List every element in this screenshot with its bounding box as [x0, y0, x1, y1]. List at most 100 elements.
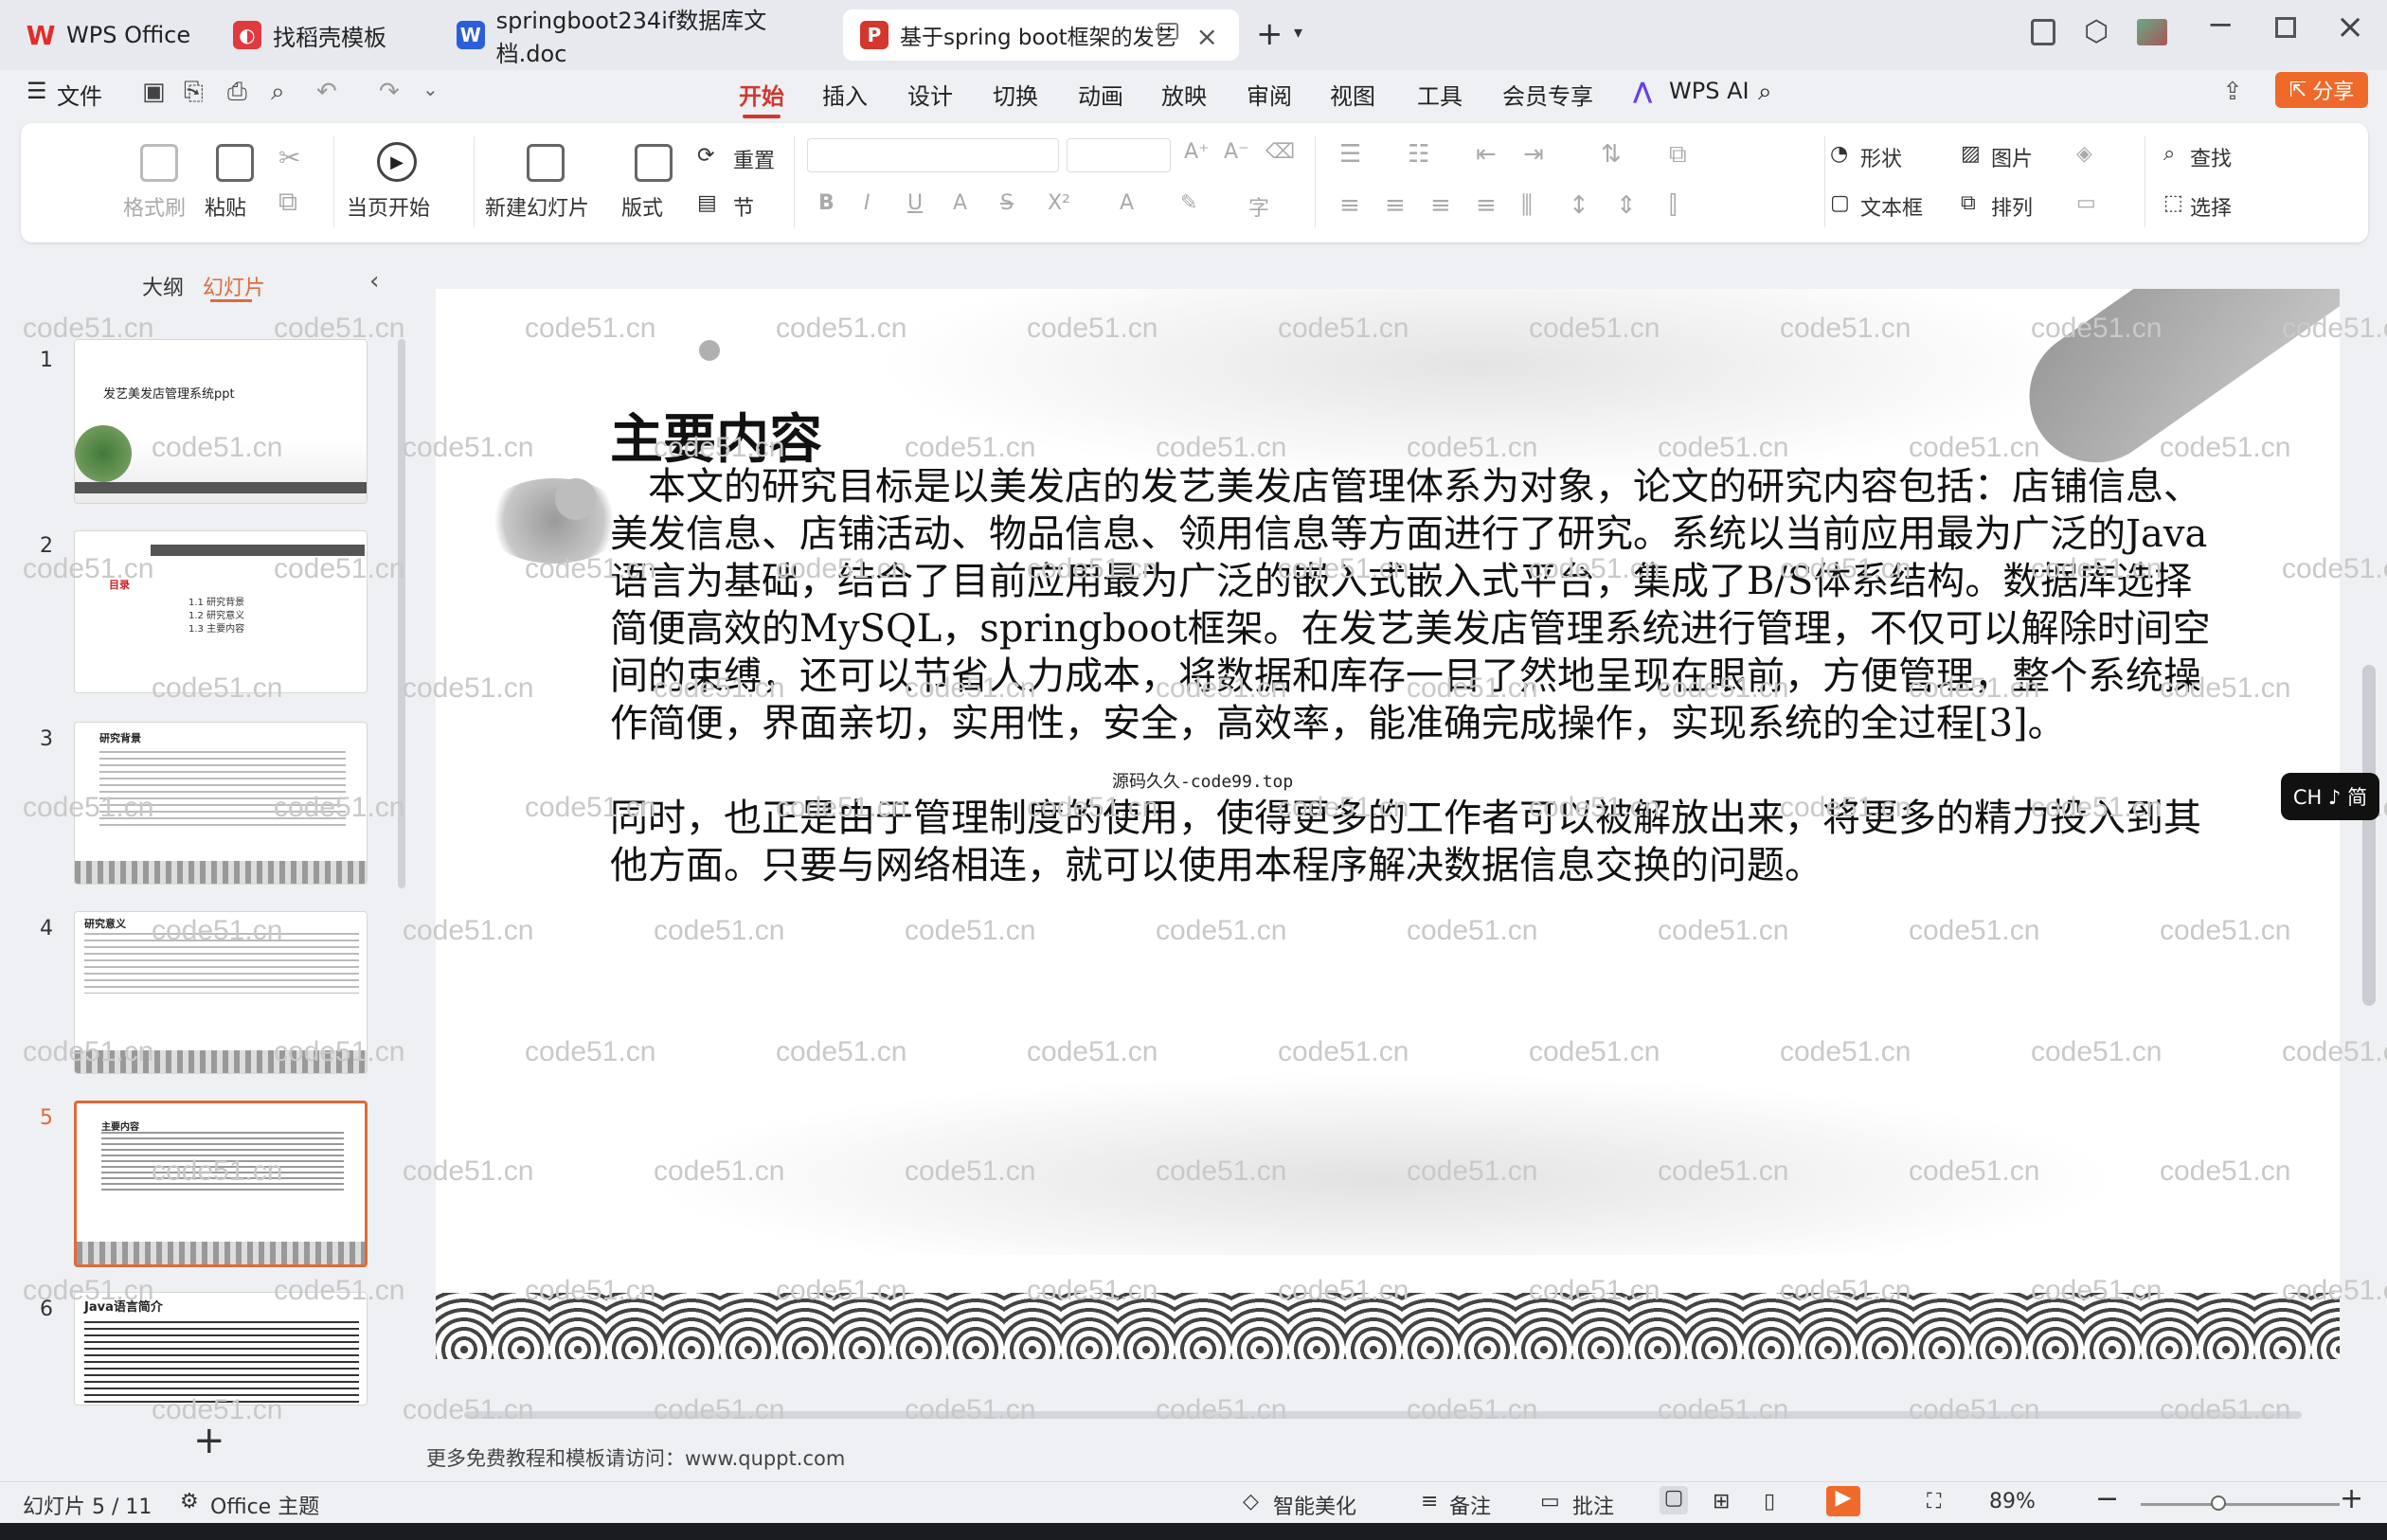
print-preview-icon[interactable]: ⌕	[271, 78, 285, 107]
layout-button[interactable]: 版式	[621, 191, 663, 222]
tab-outline[interactable]: 大纲	[142, 271, 184, 301]
menu-tab-design[interactable]: 设计	[907, 78, 953, 111]
menu-tab-view[interactable]: 视图	[1330, 78, 1375, 111]
tab-slides[interactable]: 幻灯片	[203, 271, 265, 301]
vertical-scrollbar[interactable]	[2362, 665, 2376, 1006]
chevron-down-icon[interactable]: ⌄	[422, 78, 439, 100]
paste-button[interactable]: 粘贴	[205, 191, 246, 222]
menu-tab-slideshow[interactable]: 放映	[1161, 78, 1207, 111]
close-window-icon[interactable]: ×	[2336, 8, 2364, 46]
slide-title[interactable]: 主要内容	[610, 397, 822, 474]
section-button[interactable]: 节	[733, 191, 754, 222]
export-icon[interactable]: ⎘	[184, 78, 204, 107]
notes-button[interactable]: 备注	[1449, 1490, 1491, 1520]
paragraph-spacing-icon[interactable]: ⇕	[1616, 191, 1637, 220]
grow-font-icon[interactable]: A⁺	[1184, 140, 1210, 164]
bullet-list-icon[interactable]: ☰	[1339, 140, 1361, 169]
columns-icon[interactable]: ⫼	[1521, 191, 1533, 221]
line-spacing-icon[interactable]: ↕	[1569, 191, 1589, 220]
zoom-slider-thumb[interactable]	[2211, 1495, 2226, 1511]
align-center-icon[interactable]: ≡	[1385, 191, 1406, 220]
theme-name[interactable]: Office 主题	[210, 1490, 319, 1520]
decrease-indent-icon[interactable]: ⇤	[1476, 140, 1497, 169]
menu-tab-tools[interactable]: 工具	[1417, 78, 1463, 111]
cube-icon[interactable]: ⬡	[2084, 15, 2109, 48]
picture-button[interactable]: 图片	[1991, 142, 2033, 172]
slide-sorter-icon[interactable]: ⊞	[1713, 1490, 1730, 1513]
justify-icon[interactable]: ≡	[1476, 191, 1497, 220]
collapse-pane-icon[interactable]: ‹	[369, 267, 379, 295]
shrink-font-icon[interactable]: A⁻	[1224, 140, 1249, 164]
select-button[interactable]: 选择	[2190, 191, 2232, 222]
reading-view-icon[interactable]: ▯	[1764, 1490, 1775, 1513]
menu-tab-review[interactable]: 审阅	[1247, 78, 1292, 111]
increase-indent-icon[interactable]: ⇥	[1523, 140, 1544, 169]
menu-tab-insert[interactable]: 插入	[822, 78, 868, 111]
underline-icon[interactable]: U	[907, 191, 923, 215]
font-color-icon[interactable]: A	[1120, 191, 1134, 215]
notes-text[interactable]: 更多免费教程和模板请访问：www.quppt.com	[426, 1443, 845, 1472]
slide-thumbnail-1[interactable]: 发艺美发店管理系统ppt	[74, 339, 368, 504]
align-left-icon[interactable]: ≡	[1339, 191, 1360, 220]
slide-paragraph-1[interactable]: 本文的研究目标是以美发店的发艺美发店管理体系为对象，论文的研究内容包括：店铺信息…	[610, 463, 2211, 747]
chevron-down-icon[interactable]: ▾	[1294, 23, 1302, 43]
copy-icon[interactable]: ⧉	[278, 186, 297, 218]
pane-scrollbar[interactable]	[398, 339, 405, 888]
arrange-button[interactable]: 排列	[1991, 191, 2033, 222]
font-family-select[interactable]	[807, 138, 1059, 172]
share-button[interactable]: ⇱ 分享	[2275, 72, 2368, 108]
minimize-icon[interactable]: −	[2207, 6, 2234, 44]
window-layout-icon[interactable]	[2031, 19, 2055, 45]
search-icon[interactable]: ⌕	[1758, 78, 1772, 107]
fit-window-icon[interactable]: ⛶	[1927, 1490, 1941, 1513]
tab-wps-office[interactable]: W WPS Office	[9, 9, 205, 61]
italic-icon[interactable]: I	[864, 191, 870, 215]
outline-icon[interactable]: ▭	[2076, 191, 2096, 215]
align-right-icon[interactable]: ≡	[1430, 191, 1451, 220]
new-slide-button[interactable]: 新建幻灯片	[485, 191, 589, 222]
superscript-icon[interactable]: X²	[1048, 191, 1070, 215]
menu-tab-home[interactable]: 开始	[739, 78, 784, 118]
slide-thumbnail-5[interactable]: 主要内容	[74, 1101, 368, 1267]
zoom-level[interactable]: 89%	[1989, 1490, 2036, 1513]
horizontal-scrollbar[interactable]	[464, 1411, 2302, 1419]
slide-5[interactable]: 主要内容 本文的研究目标是以美发店的发艺美发店管理体系为对象，论文的研究内容包括…	[436, 289, 2340, 1359]
find-button[interactable]: 查找	[2190, 142, 2232, 172]
fill-icon[interactable]: ◈	[2076, 142, 2092, 166]
format-painter-button[interactable]: 格式刷	[123, 191, 186, 222]
maximize-icon[interactable]	[2275, 17, 2296, 38]
menu-tab-animation[interactable]: 动画	[1078, 78, 1123, 111]
highlight-icon[interactable]: ✎	[1180, 191, 1197, 215]
slide-thumbnail-2[interactable]: 目录 1.1 研究背景 1.2 研究意义 1.3 主要内容	[74, 530, 368, 693]
menu-tab-member[interactable]: 会员专享	[1502, 78, 1593, 111]
zoom-in-icon[interactable]: +	[2340, 1482, 2363, 1515]
bold-icon[interactable]: B	[818, 191, 835, 215]
shadow-text-icon[interactable]: A	[953, 191, 967, 215]
strikethrough-icon[interactable]: S	[1000, 191, 1014, 215]
play-slideshow-icon[interactable]: ▶	[1826, 1486, 1860, 1516]
slide-thumbnail-4[interactable]: 研究意义	[74, 911, 368, 1074]
new-tab-icon[interactable]: +	[1256, 15, 1283, 53]
menu-tab-transition[interactable]: 切换	[993, 78, 1038, 111]
font-size-select[interactable]	[1067, 138, 1171, 172]
ime-indicator[interactable]: CH ♪ 简	[2281, 773, 2379, 820]
add-slide-icon[interactable]: +	[193, 1419, 225, 1462]
numbered-list-icon[interactable]: ☷	[1408, 140, 1429, 169]
zoom-out-icon[interactable]: −	[2095, 1482, 2119, 1515]
clear-format-icon[interactable]: ⌫	[1265, 140, 1295, 164]
shape-button[interactable]: 形状	[1860, 142, 1902, 172]
close-tab-icon[interactable]: ×	[1196, 21, 1218, 52]
undo-icon[interactable]: ↶	[316, 78, 337, 106]
menu-file[interactable]: 文件	[57, 78, 102, 111]
textbox-button[interactable]: 文本框	[1860, 191, 1923, 222]
smart-beautify-button[interactable]: 智能美化	[1273, 1490, 1356, 1520]
normal-view-icon[interactable]: ▢	[1660, 1486, 1688, 1514]
avatar[interactable]	[2137, 19, 2167, 45]
zoom-slider[interactable]	[2141, 1503, 2340, 1506]
hamburger-icon[interactable]: ☰	[27, 78, 47, 104]
slide-thumbnail-3[interactable]: 研究背景	[74, 722, 368, 885]
tab-docer[interactable]: ◐ 找稻壳模板	[216, 9, 432, 61]
cut-icon[interactable]: ✂	[278, 142, 300, 173]
convert-smartart-icon[interactable]: ⧉	[1669, 140, 1687, 170]
slide-thumbnail-6[interactable]: Java语言简介	[74, 1292, 368, 1406]
